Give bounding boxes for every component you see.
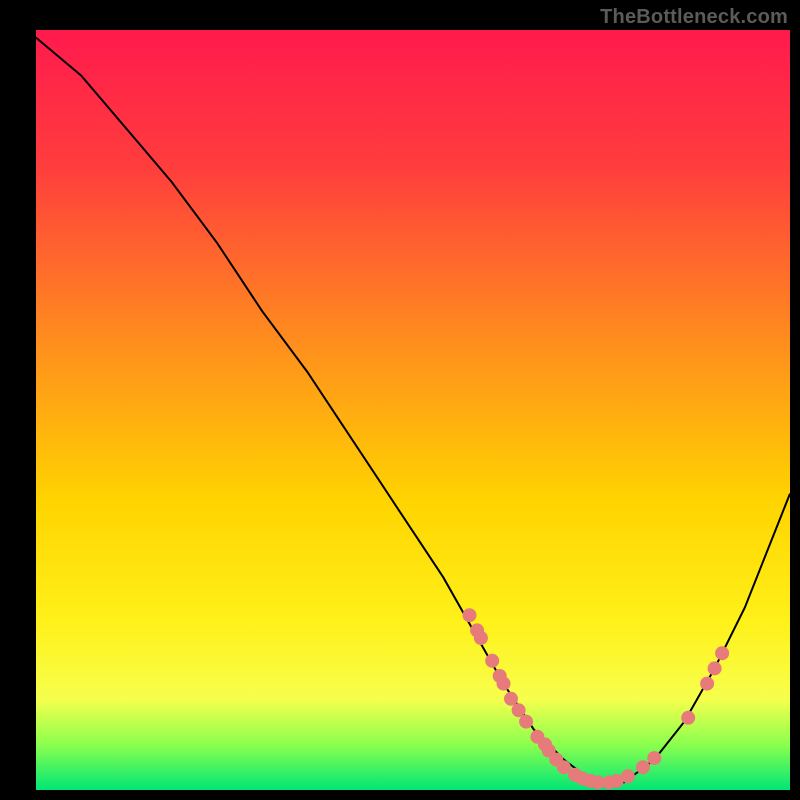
chart-container: TheBottleneck.com	[0, 0, 800, 800]
curve-marker	[497, 677, 510, 690]
curve-marker	[505, 692, 518, 705]
curve-marker	[520, 715, 533, 728]
chart-svg	[0, 0, 800, 800]
curve-marker	[557, 761, 570, 774]
curve-marker	[682, 711, 695, 724]
curve-marker	[716, 647, 729, 660]
curve-marker	[474, 632, 487, 645]
curve-marker	[648, 752, 661, 765]
curve-marker	[512, 704, 525, 717]
watermark-text: TheBottleneck.com	[600, 6, 788, 29]
curve-marker	[463, 609, 476, 622]
curve-marker	[621, 770, 634, 783]
curve-marker	[701, 677, 714, 690]
curve-marker	[486, 654, 499, 667]
plot-area	[36, 30, 790, 790]
curve-marker	[708, 662, 721, 675]
curve-marker	[637, 761, 650, 774]
